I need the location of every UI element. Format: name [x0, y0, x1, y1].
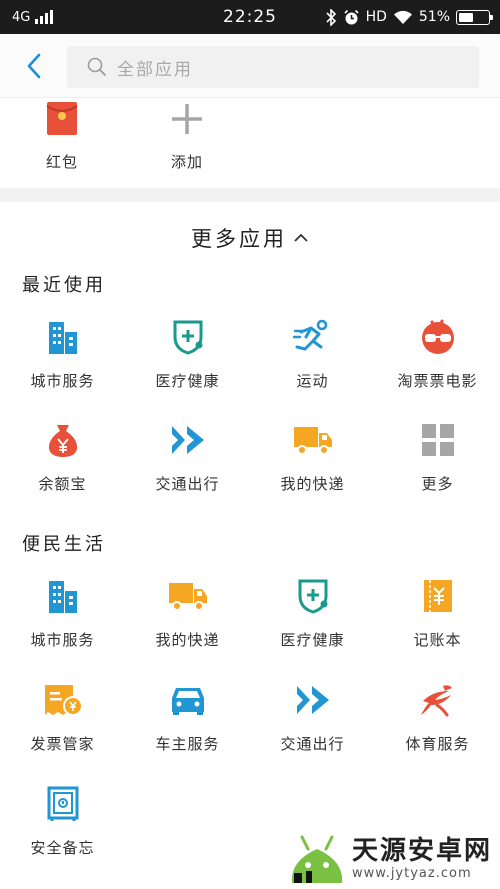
app-tile[interactable]: 医疗健康: [250, 576, 375, 650]
app-label: 体育服务: [405, 735, 470, 753]
wifi-icon: [393, 10, 412, 24]
app-label: 交通出行: [280, 735, 345, 753]
search-header: 全部应用: [0, 34, 500, 98]
search-input[interactable]: 全部应用: [67, 46, 479, 88]
app-tile[interactable]: 车主服务: [125, 680, 250, 754]
delivery-truck-icon: [168, 576, 208, 616]
status-bar: 4G 22:25 HD 51%: [0, 0, 500, 34]
app-tile[interactable]: 我的快递: [250, 420, 375, 494]
alarm-icon: [343, 9, 359, 24]
battery-icon: [456, 9, 493, 25]
delivery-truck-icon: [293, 420, 333, 460]
favorites-section: 红包 添加: [0, 99, 500, 187]
battery-fill: [459, 12, 474, 22]
app-tile[interactable]: 医疗健康: [125, 317, 250, 391]
status-right: HD 51%: [325, 0, 493, 34]
hd-label: HD: [365, 9, 387, 25]
running-person-icon: [292, 317, 333, 357]
movie-glasses-icon: [418, 317, 458, 357]
invoice-icon: [43, 680, 83, 720]
back-button[interactable]: [20, 52, 48, 80]
app-tile[interactable]: 城市服务: [0, 317, 125, 391]
city-building-icon: [43, 576, 83, 616]
favorite-add[interactable]: 添加: [127, 99, 247, 172]
section-title-life: 便民生活: [22, 534, 106, 555]
app-label: 淘票票电影: [397, 372, 478, 390]
search-placeholder: 全部应用: [117, 59, 193, 80]
sports-icon: [418, 680, 458, 720]
app-tile[interactable]: 记账本: [375, 576, 500, 650]
app-tile[interactable]: 城市服务: [0, 576, 125, 650]
favorite-red-envelope[interactable]: 红包: [2, 99, 122, 172]
battery-percent: 51%: [418, 9, 450, 25]
watermark-title: 天源安卓网: [351, 835, 492, 866]
app-label: 车主服务: [155, 735, 220, 753]
app-tile[interactable]: 体育服务: [375, 680, 500, 754]
app-tile[interactable]: 发票管家: [0, 680, 125, 754]
favorite-label: 红包: [45, 153, 78, 171]
watermark-url: www.jytyaz.com: [351, 865, 472, 881]
app-label: 发票管家: [30, 735, 95, 753]
app-tile[interactable]: 交通出行: [250, 680, 375, 754]
app-label: 我的快递: [280, 475, 345, 493]
android-logo-icon: [291, 835, 343, 883]
car-icon: [168, 680, 208, 720]
watermark: 天源安卓网 www.jytyaz.com: [288, 831, 492, 885]
plus-icon: [167, 99, 207, 139]
app-tile[interactable]: 我的快递: [125, 576, 250, 650]
money-bag-icon: [43, 420, 83, 460]
medical-shield-icon: [168, 317, 208, 357]
app-tile[interactable]: 余额宝: [0, 420, 125, 494]
double-chevron-icon: [293, 680, 333, 720]
app-label: 记账本: [413, 631, 462, 649]
chevron-up-icon: [293, 233, 309, 243]
more-apps-toggle[interactable]: 更多应用: [0, 218, 500, 258]
app-tile[interactable]: 更多: [375, 420, 500, 494]
chevron-left-icon: [27, 53, 41, 79]
app-label: 安全备忘: [30, 839, 95, 857]
double-chevron-icon: [168, 420, 208, 460]
favorite-label: 添加: [170, 153, 203, 171]
app-tile[interactable]: 淘票票电影: [375, 317, 500, 391]
safe-box-icon: [43, 784, 83, 824]
more-apps-label: 更多应用: [191, 227, 287, 251]
app-tile[interactable]: 交通出行: [125, 420, 250, 494]
search-icon: [87, 57, 107, 77]
app-label: 城市服务: [30, 372, 95, 390]
app-tile[interactable]: 运动: [250, 317, 375, 391]
red-envelope-icon: [42, 99, 82, 139]
app-label: 余额宝: [38, 475, 87, 493]
app-label: 我的快递: [155, 631, 220, 649]
ledger-icon: [418, 576, 458, 616]
section-title-recent: 最近使用: [22, 275, 106, 296]
city-building-icon: [43, 317, 83, 357]
app-label: 城市服务: [30, 631, 95, 649]
app-tile[interactable]: 安全备忘: [0, 784, 125, 858]
grid-more-icon: [418, 420, 458, 460]
app-label: 医疗健康: [280, 631, 345, 649]
app-label: 交通出行: [155, 475, 220, 493]
medical-shield-icon: [293, 576, 333, 616]
bluetooth-icon: [325, 8, 336, 26]
app-label: 运动: [296, 372, 329, 390]
app-label: 更多: [421, 475, 454, 493]
section-divider: [0, 188, 500, 202]
app-label: 医疗健康: [155, 372, 220, 390]
